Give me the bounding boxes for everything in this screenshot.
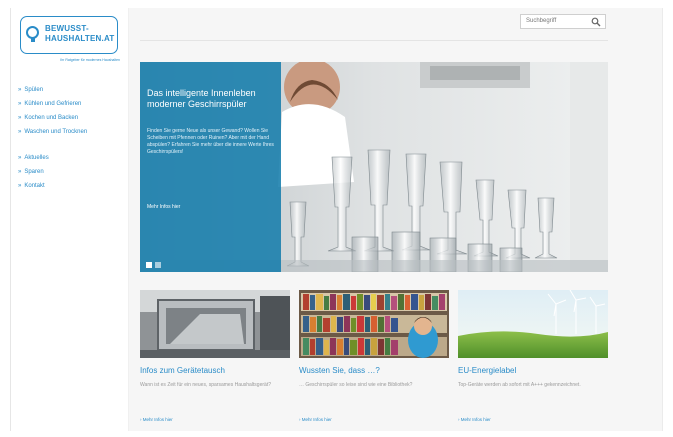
wind-turbine-photo[interactable]	[458, 290, 608, 358]
hero-slider[interactable]: Das intelligente Innenleben moderner Ges…	[140, 62, 608, 272]
search-input[interactable]: Suchbegriff	[526, 18, 556, 24]
bullet-icon: »	[18, 129, 22, 135]
nav-item-kuehlen[interactable]: » Kühlen und Gefrieren	[18, 100, 81, 108]
bullet-icon: »	[18, 115, 22, 121]
teaser-text-geraetetausch: Wann ist es Zeit für ein neues, sparsame…	[140, 382, 271, 388]
nav-item-kontakt[interactable]: » Kontakt	[18, 182, 45, 190]
nav-label: Kühlen und Gefrieren	[24, 101, 82, 107]
teaser-link-energielabel[interactable]: › Mehr Infos hier	[458, 417, 491, 422]
search-box[interactable]: Suchbegriff	[520, 14, 606, 29]
nav-label: Kochen und Backen	[24, 115, 79, 121]
hero-text-panel: Das intelligente Innenleben moderner Ges…	[140, 62, 281, 272]
header-rule	[140, 40, 608, 41]
teaser-title-geraetetausch[interactable]: Infos zum Gerätetausch	[140, 366, 225, 375]
appliance-photo[interactable]	[140, 290, 290, 358]
nav-item-sparen[interactable]: » Sparen	[18, 168, 44, 176]
logo-wordmark: BEWUSST- HAUSHALTEN.AT	[45, 24, 114, 44]
nav-label: Waschen und Trocknen	[24, 129, 88, 135]
logo-line-1: BEWUSST-	[45, 24, 89, 33]
nav-item-waschen[interactable]: » Waschen und Trocknen	[18, 128, 87, 136]
nav-label: Aktuelles	[24, 155, 49, 161]
library-photo[interactable]	[299, 290, 449, 358]
site-logo[interactable]: BEWUSST- HAUSHALTEN.AT	[20, 16, 118, 54]
teaser-link-geraetetausch[interactable]: › Mehr Infos hier	[140, 417, 173, 422]
nav-item-spuelen[interactable]: » Spülen	[18, 86, 43, 94]
logo-tagline: Ihr Ratgeber für modernes Haushalten	[60, 58, 120, 62]
slide-dot-1[interactable]	[146, 262, 152, 268]
nav-label: Kontakt	[24, 183, 45, 189]
teaser-text-energielabel: Top-Geräte werden ab sofort mit A+++ gek…	[458, 382, 581, 388]
nav-item-aktuelles[interactable]: » Aktuelles	[18, 154, 49, 162]
logo-line-2: HAUSHALTEN.AT	[45, 34, 115, 43]
teaser-text-wussten-sie: … Geschirrspüler so leise sind wie eine …	[299, 382, 413, 388]
teaser-link-wussten-sie[interactable]: › Mehr Infos hier	[299, 417, 332, 422]
teaser-title-energielabel[interactable]: EU-Energielabel	[458, 366, 516, 375]
sidebar	[11, 8, 128, 431]
bullet-icon: »	[18, 87, 22, 93]
bullet-icon: »	[18, 183, 22, 189]
hero-more-link[interactable]: Mehr Infos hier	[147, 204, 180, 210]
hero-title: Das intelligente Innenleben moderner Ges…	[147, 88, 256, 109]
slide-dot-2[interactable]	[155, 262, 161, 268]
nav-label: Spülen	[24, 87, 44, 93]
page: BEWUSST- HAUSHALTEN.AT Ihr Ratgeber für …	[0, 0, 673, 437]
logo-mark-icon	[26, 26, 39, 42]
nav-label: Sparen	[24, 169, 44, 175]
hero-text: Finden Sie gerne Neue als unser Gewand? …	[147, 128, 274, 155]
bullet-icon: »	[18, 169, 22, 175]
teaser-title-wussten-sie[interactable]: Wussten Sie, dass …?	[299, 366, 380, 375]
page-border-right	[662, 8, 663, 431]
nav-item-kochen[interactable]: » Kochen und Backen	[18, 114, 78, 122]
search-icon[interactable]	[591, 17, 601, 27]
bullet-icon: »	[18, 155, 22, 161]
bullet-icon: »	[18, 101, 22, 107]
